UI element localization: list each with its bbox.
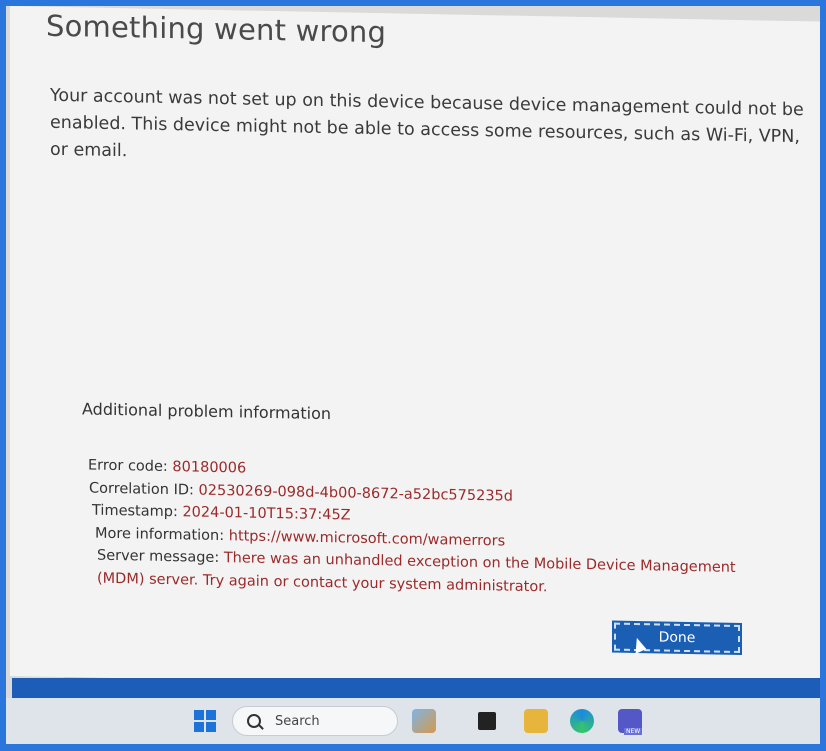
section-heading: Additional problem information bbox=[82, 399, 332, 424]
widgets-icon[interactable] bbox=[412, 709, 436, 733]
photo-frame: Something went wrong Your account was no… bbox=[0, 0, 826, 751]
task-view-icon[interactable] bbox=[478, 712, 496, 730]
search-placeholder: Search bbox=[275, 713, 320, 729]
timestamp-value: 2024-01-10T15:37:45Z bbox=[182, 504, 351, 524]
problem-info: Error code: 80180006 Correlation ID: 025… bbox=[88, 454, 778, 602]
edge-icon[interactable] bbox=[570, 709, 594, 733]
start-icon[interactable] bbox=[194, 710, 216, 732]
taskbar-search[interactable]: Search bbox=[232, 706, 398, 736]
file-explorer-icon[interactable] bbox=[524, 709, 548, 733]
server-message-label: Server message: bbox=[97, 547, 220, 567]
error-code-label: Error code: bbox=[88, 457, 168, 476]
dialog-title: Something went wrong bbox=[46, 8, 387, 50]
error-code-value: 80180006 bbox=[172, 459, 247, 477]
search-icon bbox=[247, 714, 261, 728]
dialog-message: Your account was not set up on this devi… bbox=[50, 85, 804, 162]
more-info-link[interactable]: https://www.microsoft.com/wamerrors bbox=[229, 528, 505, 549]
done-button[interactable]: Done bbox=[612, 620, 742, 656]
correlation-value: 02530269-098d-4b00-8672-a52bc575235d bbox=[198, 482, 513, 505]
error-dialog: Something went wrong Your account was no… bbox=[10, 6, 820, 692]
screen: Something went wrong Your account was no… bbox=[6, 6, 820, 744]
correlation-label: Correlation ID: bbox=[89, 480, 194, 499]
timestamp-label: Timestamp: bbox=[92, 502, 178, 521]
more-info-label: More information: bbox=[95, 525, 225, 544]
teams-new-badge: NEW bbox=[624, 728, 643, 735]
